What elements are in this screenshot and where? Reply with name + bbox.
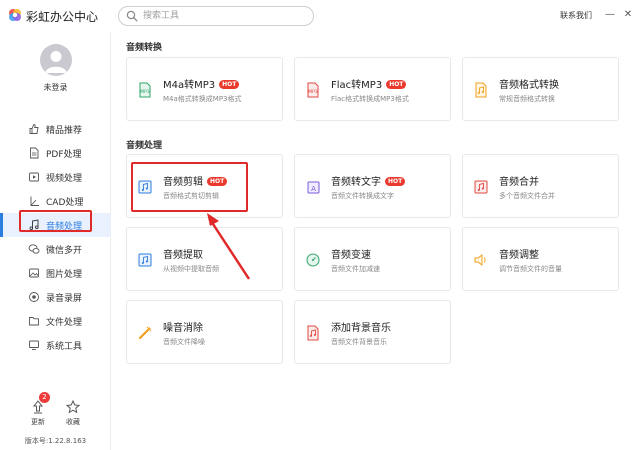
audio-format-icon xyxy=(475,82,487,98)
main-content: 音频转换 MP3 M4a转MP3 HOT M4a格式转换成MP3格式 MP3 Fl… xyxy=(111,32,640,450)
thumbs-up-icon xyxy=(29,124,39,134)
sidebar-item-label: 系统工具 xyxy=(46,342,83,352)
star-icon xyxy=(65,399,81,414)
annotation-highlight-box xyxy=(131,162,248,212)
section-title-audio-convert: 音频转换 xyxy=(126,43,163,53)
update-label: 更新 xyxy=(31,418,45,426)
tool-card-bg-music[interactable]: 添加背景音乐 音频文件背景音乐 xyxy=(294,300,451,364)
favorite-label: 收藏 xyxy=(66,418,80,426)
svg-text:A: A xyxy=(311,185,316,193)
sidebar-item-featured[interactable]: 精品推荐 xyxy=(0,117,111,141)
tool-card-noise-reduce[interactable]: 噪音消除 音频文件降噪 xyxy=(126,300,283,364)
search-input[interactable] xyxy=(143,9,303,23)
tool-description: 从视频中提取音频 xyxy=(163,265,219,273)
tool-description: 音频文件降噪 xyxy=(163,338,205,346)
tool-description: 音频文件背景音乐 xyxy=(331,338,387,346)
title-bar: 彩虹办公中心 联系我们 — ✕ xyxy=(0,0,640,32)
sidebar-item-label: 视频处理 xyxy=(46,174,83,184)
sidebar-item-video[interactable]: 视频处理 xyxy=(0,165,111,189)
sidebar-nav: 精品推荐 PDF处理 视频处理 CAD处理 音频处理 微信多开 图片处理 录音录… xyxy=(0,117,111,357)
tool-card-volume-adjust[interactable]: 音频调整 调节音频文件的音量 xyxy=(462,227,619,291)
hot-badge: HOT xyxy=(385,177,406,186)
folder-icon xyxy=(29,317,39,326)
noise-reduce-icon xyxy=(138,326,152,340)
sidebar-item-label: PDF处理 xyxy=(46,150,82,160)
search-icon xyxy=(126,10,138,22)
tool-card-m4a-to-mp3[interactable]: MP3 M4a转MP3 HOT M4a格式转换成MP3格式 xyxy=(126,57,283,121)
tool-title: 音频合并 xyxy=(499,177,539,188)
tool-title: 添加背景音乐 xyxy=(331,323,391,334)
record-icon xyxy=(29,292,39,302)
sidebar-item-file[interactable]: 文件处理 xyxy=(0,309,111,333)
tool-card-audio-speed[interactable]: 音频变速 音频文件加减速 xyxy=(294,227,451,291)
tool-title: Flac转MP3 HOT xyxy=(331,76,407,91)
tool-title: 音频转文字 HOT xyxy=(331,173,406,188)
user-icon xyxy=(45,51,67,73)
svg-text:MP3: MP3 xyxy=(308,89,318,95)
tool-title: 音频调整 xyxy=(499,250,539,261)
sidebar-item-record[interactable]: 录音录屏 xyxy=(0,285,111,309)
favorite-button[interactable]: 收藏 xyxy=(58,399,88,427)
tool-description: 调节音频文件的音量 xyxy=(499,265,562,273)
sidebar-item-wechat[interactable]: 微信多开 xyxy=(0,237,111,261)
cad-icon xyxy=(30,196,39,206)
avatar[interactable] xyxy=(40,44,72,76)
sidebar-item-label: CAD处理 xyxy=(46,198,84,208)
image-icon xyxy=(29,268,39,278)
tool-card-audio-extract[interactable]: 音频提取 从视频中提取音频 xyxy=(126,227,283,291)
audio-extract-icon xyxy=(138,253,152,267)
sidebar-item-label: 文件处理 xyxy=(46,318,83,328)
audio-speed-icon xyxy=(306,253,320,267)
tool-description: 音频文件转换成文字 xyxy=(331,192,394,200)
tool-title: M4a转MP3 HOT xyxy=(163,76,240,91)
pdf-icon xyxy=(30,147,39,159)
audio-merge-icon xyxy=(474,180,488,194)
svg-text:MP3: MP3 xyxy=(140,89,150,95)
monitor-icon xyxy=(29,340,39,350)
sidebar: 未登录 精品推荐 PDF处理 视频处理 CAD处理 音频处理 微信多开 图片处理… xyxy=(0,32,111,450)
app-title: 彩虹办公中心 xyxy=(26,10,99,24)
version-text: 版本号:1.22.8.163 xyxy=(24,437,87,445)
close-button[interactable]: ✕ xyxy=(622,9,634,21)
wechat-icon xyxy=(28,244,40,254)
bg-music-icon xyxy=(307,325,319,341)
tool-card-audio-to-text[interactable]: A 音频转文字 HOT 音频文件转换成文字 xyxy=(294,154,451,218)
sidebar-item-system[interactable]: 系统工具 xyxy=(0,333,111,357)
sidebar-item-label: 图片处理 xyxy=(46,270,83,280)
tool-description: Flac格式转换成MP3格式 xyxy=(331,95,409,103)
video-icon xyxy=(29,172,39,182)
sidebar-item-label: 精品推荐 xyxy=(46,126,83,136)
annotation-highlight-box xyxy=(19,210,92,232)
flac-icon: MP3 xyxy=(307,82,319,98)
tool-description: 多个音频文件合并 xyxy=(499,192,555,200)
hot-badge: HOT xyxy=(386,80,407,89)
sidebar-item-label: 录音录屏 xyxy=(46,294,83,304)
update-count-badge: 2 xyxy=(39,392,50,403)
sidebar-item-image[interactable]: 图片处理 xyxy=(0,261,111,285)
minimize-button[interactable]: — xyxy=(604,9,616,21)
sidebar-item-pdf[interactable]: PDF处理 xyxy=(0,141,111,165)
section-title-audio-process: 音频处理 xyxy=(126,141,163,151)
tool-card-audio-merge[interactable]: 音频合并 多个音频文件合并 xyxy=(462,154,619,218)
sidebar-item-label: 微信多开 xyxy=(46,246,83,256)
volume-icon xyxy=(474,254,486,266)
search-box[interactable] xyxy=(118,6,314,26)
tool-card-flac-to-mp3[interactable]: MP3 Flac转MP3 HOT Flac格式转换成MP3格式 xyxy=(294,57,451,121)
tool-title: 噪音消除 xyxy=(163,323,203,334)
login-status[interactable]: 未登录 xyxy=(0,82,111,93)
tool-description: M4a格式转换成MP3格式 xyxy=(163,95,242,103)
tool-card-audio-format[interactable]: 音频格式转换 常规音频格式转换 xyxy=(462,57,619,121)
tool-description: 音频文件加减速 xyxy=(331,265,380,273)
tool-title: 音频提取 xyxy=(163,250,203,261)
tool-description: 常规音频格式转换 xyxy=(499,95,555,103)
app-window: 彩虹办公中心 联系我们 — ✕ 未登录 精品推荐 xyxy=(0,0,640,450)
rainbow-logo-icon xyxy=(9,9,21,21)
update-button[interactable]: 更新 xyxy=(23,399,53,427)
contact-us-link[interactable]: 联系我们 xyxy=(560,10,592,21)
m4a-icon: MP3 xyxy=(139,82,151,98)
audio-to-text-icon: A xyxy=(307,181,320,194)
tool-title: 音频格式转换 xyxy=(499,80,559,91)
tool-title: 音频变速 xyxy=(331,250,371,261)
hot-badge: HOT xyxy=(219,80,240,89)
